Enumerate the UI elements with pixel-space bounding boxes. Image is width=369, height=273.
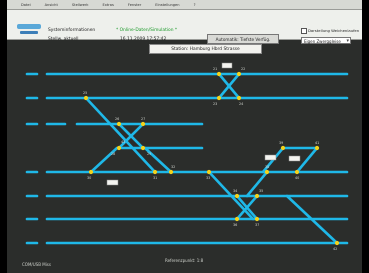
signal-label: 28: [111, 152, 115, 156]
signal-label: 36: [233, 223, 237, 227]
signal-label: 23: [213, 102, 217, 106]
status-left: COM/USB Miss: [22, 262, 51, 267]
signal-label: 37: [255, 223, 259, 227]
signal-label: 41: [315, 141, 319, 145]
signal-label: 29: [147, 152, 151, 156]
signal-label: 38: [265, 165, 269, 169]
signal-label: 30: [87, 176, 91, 180]
signal-label: 33: [206, 176, 210, 180]
signal-label: 24: [239, 102, 243, 106]
track-diagram: 21 22 23 24 25 26 27 28 29 30 31 32 33 3…: [25, 62, 349, 251]
signal-label: 27: [141, 117, 145, 121]
signal-label: 34: [233, 189, 237, 193]
signal-label: 26: [115, 117, 119, 121]
signal-label: 25: [83, 91, 87, 95]
signal-label: 21: [213, 67, 217, 71]
status-center: Referenzpunkt: 1:8: [165, 258, 204, 263]
signal-label: 40: [295, 176, 299, 180]
signal-label: 39: [279, 141, 283, 145]
application-window: Datei Ansicht Stellwerk Extras Fenster E…: [7, 0, 362, 273]
signal-label: 35: [259, 189, 263, 193]
signal-label: 42: [333, 247, 337, 251]
signal-label: 32: [171, 165, 175, 169]
signal-label: 43: [121, 140, 125, 144]
signal-label: 31: [153, 176, 157, 180]
signal-label: 22: [241, 67, 245, 71]
